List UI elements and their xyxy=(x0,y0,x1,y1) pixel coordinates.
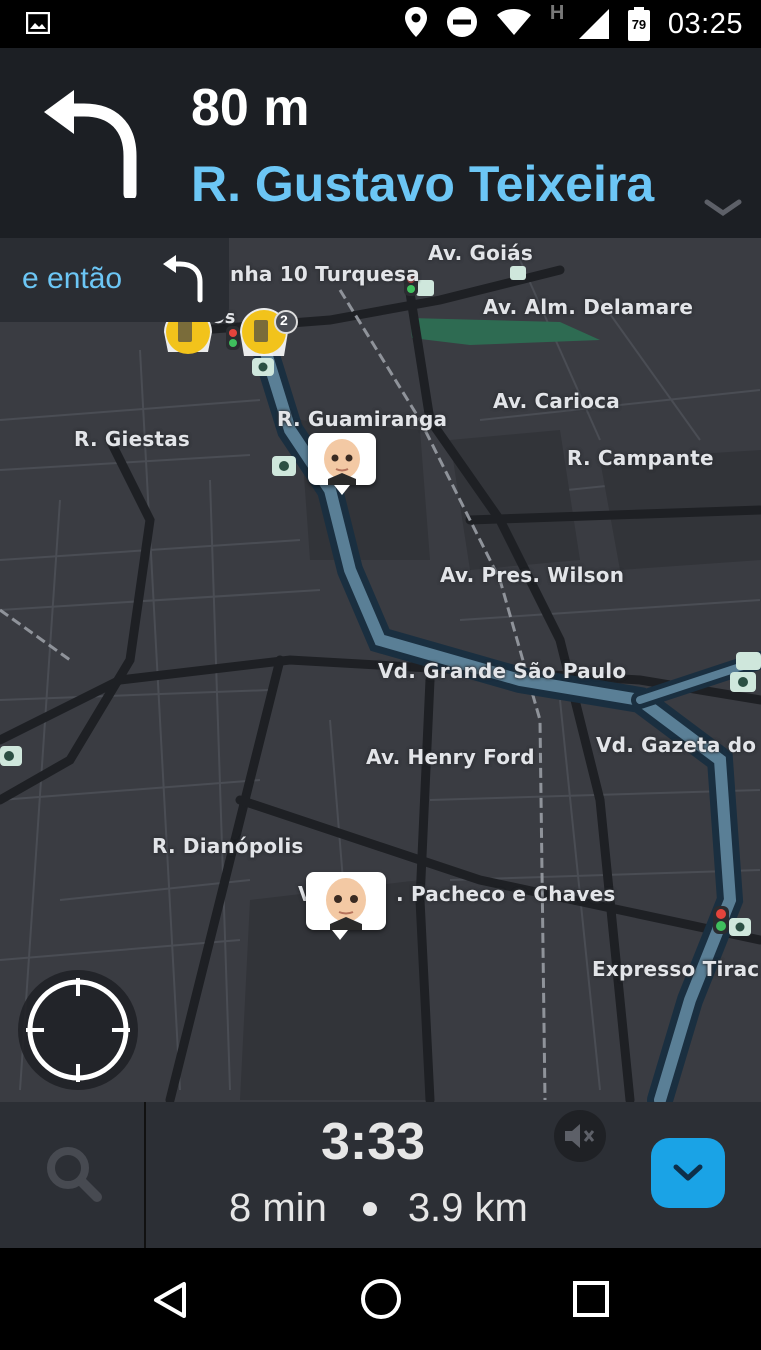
chevron-down-icon xyxy=(673,1164,703,1181)
street-label: R. Dianópolis xyxy=(152,834,304,858)
wazer-avatar[interactable] xyxy=(308,433,376,495)
street-label: Av. Henry Ford xyxy=(366,745,535,769)
status-bar: H 79 03:25 xyxy=(0,0,761,48)
street-label: R. Guamiranga xyxy=(277,407,448,431)
turn-distance: 80 m xyxy=(191,79,310,137)
street-label: Av. Pres. Wilson xyxy=(440,563,625,587)
street-label: Av. Alm. Delamare xyxy=(483,295,694,319)
recent-apps-icon[interactable] xyxy=(572,1280,610,1323)
trip-duration: 8 min xyxy=(229,1186,327,1230)
search-button[interactable] xyxy=(0,1102,146,1248)
baby-face-icon xyxy=(324,439,360,485)
mute-sound-button[interactable] xyxy=(554,1110,606,1162)
recenter-button[interactable] xyxy=(18,970,138,1090)
home-icon[interactable] xyxy=(360,1278,402,1325)
chevron-down-icon[interactable] xyxy=(704,198,742,223)
status-clock: 03:25 xyxy=(667,7,743,40)
system-navigation-bar xyxy=(0,1248,761,1350)
wazer-avatar[interactable] xyxy=(306,872,386,940)
street-label: R. Campante xyxy=(567,446,714,470)
location-icon xyxy=(404,6,428,43)
street-label: Vd. Gazeta do I xyxy=(596,733,761,757)
signal-icon: H xyxy=(549,2,610,44)
street-label: Expresso Tirac xyxy=(592,957,760,981)
street-label: nha 10 Turquesa xyxy=(230,262,420,286)
crosshair-icon xyxy=(26,978,130,1082)
expand-trip-button[interactable] xyxy=(651,1138,725,1208)
turn-left-small-icon xyxy=(158,254,208,309)
trip-summary-bar: 3:33 8 min 3.9 km xyxy=(0,1102,761,1248)
alert-count-badge: 2 xyxy=(280,312,288,328)
next-street-name: R. Gustavo Teixeira xyxy=(191,156,655,212)
trip-distance: 3.9 km xyxy=(407,1186,528,1230)
street-label: R. Giestas xyxy=(74,427,191,451)
wifi-icon xyxy=(496,8,532,41)
street-label: Av. Goiás xyxy=(428,241,533,265)
back-icon[interactable] xyxy=(150,1280,190,1325)
next-turn-preview: e então xyxy=(0,238,229,322)
then-label: e então xyxy=(22,262,123,295)
street-label: Vd. Grande São Paulo xyxy=(378,659,627,683)
turn-left-icon xyxy=(34,86,144,203)
battery-level: 79 xyxy=(631,17,647,32)
baby-face-icon xyxy=(326,878,366,930)
separator-dot xyxy=(362,1201,377,1216)
network-type-label: H xyxy=(549,2,565,24)
street-label: . Pacheco e Chaves xyxy=(396,882,616,906)
trip-info: 8 min 3.9 km xyxy=(229,1186,528,1231)
street-label: Av. Carioca xyxy=(493,389,620,413)
battery-icon: 79 xyxy=(627,7,650,41)
navigation-instruction-panel[interactable]: 80 m R. Gustavo Teixeira xyxy=(0,48,761,238)
gallery-notification-icon xyxy=(25,11,51,39)
search-icon xyxy=(47,1147,102,1202)
do-not-disturb-icon xyxy=(446,6,478,43)
speaker-muted-icon xyxy=(565,1124,595,1148)
arrival-time: 3:33 xyxy=(321,1113,426,1171)
